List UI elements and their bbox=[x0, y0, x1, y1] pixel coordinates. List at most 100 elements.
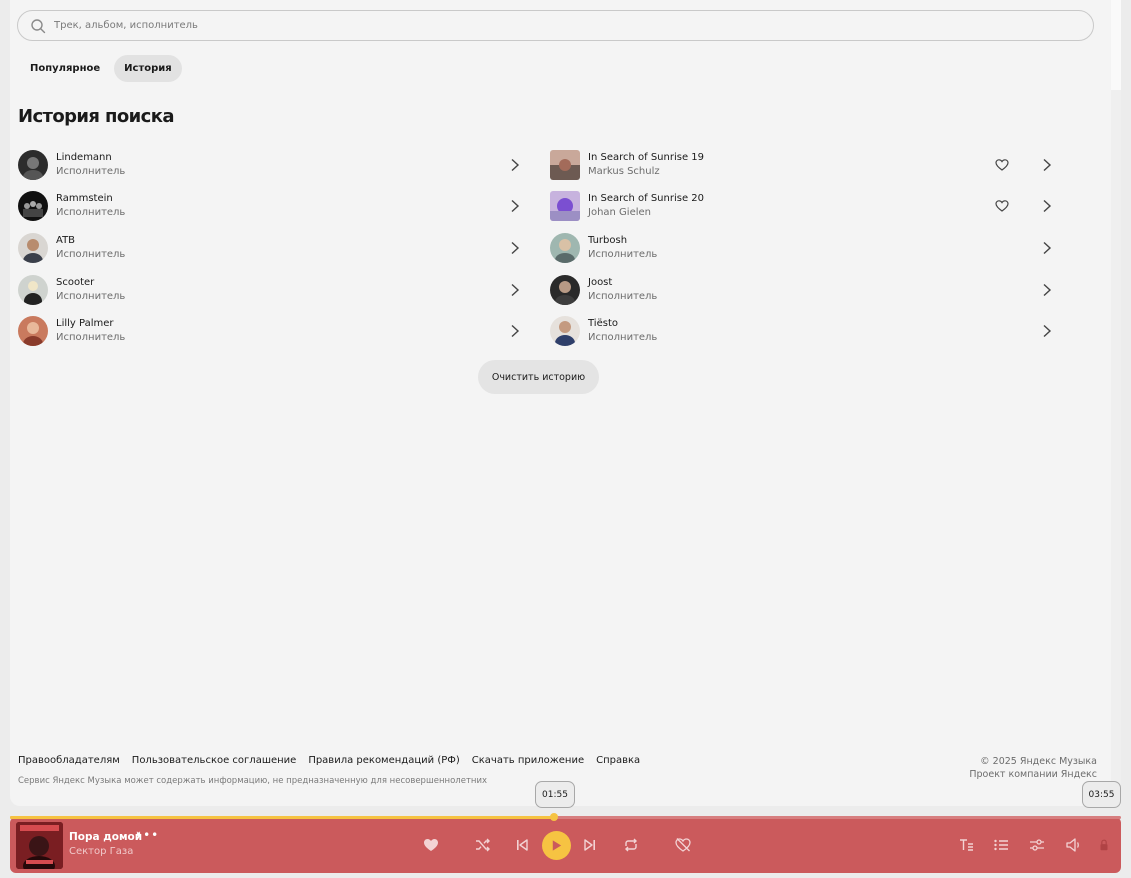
item-title: Tiësto bbox=[588, 318, 618, 330]
clear-history-button[interactable]: Очистить историю bbox=[478, 360, 599, 394]
scrollbar-top bbox=[1111, 0, 1121, 90]
footer-link-help[interactable]: Справка bbox=[596, 755, 640, 766]
more-options-button[interactable]: ••• bbox=[135, 828, 159, 842]
queue-button[interactable] bbox=[991, 835, 1011, 855]
footer-link-download-app[interactable]: Скачать приложение bbox=[472, 755, 584, 766]
history-item-atb[interactable]: ATB Исполнитель bbox=[18, 227, 538, 269]
history-item-lilly-palmer[interactable]: Lilly Palmer Исполнитель bbox=[18, 310, 538, 352]
chevron-right-icon[interactable] bbox=[508, 158, 522, 172]
queue-icon bbox=[994, 839, 1008, 851]
tab-popular[interactable]: Популярное bbox=[20, 55, 110, 82]
scrollbar[interactable] bbox=[1111, 90, 1121, 806]
chevron-right-icon[interactable] bbox=[1040, 283, 1054, 297]
heart-icon[interactable] bbox=[995, 199, 1009, 213]
item-title: Turbosh bbox=[588, 234, 628, 246]
heart-icon[interactable] bbox=[995, 158, 1009, 172]
track-artist[interactable]: Сектор Газа bbox=[69, 846, 133, 857]
item-subtitle: Markus Schulz bbox=[588, 165, 660, 177]
artist-avatar bbox=[18, 232, 48, 263]
item-title: In Search of Sunrise 20 bbox=[588, 193, 704, 205]
item-subtitle: Исполнитель bbox=[56, 290, 126, 302]
footer-link-user-agreement[interactable]: Пользовательское соглашение bbox=[132, 755, 297, 766]
item-subtitle: Исполнитель bbox=[56, 207, 126, 219]
item-title: ATB bbox=[56, 234, 76, 246]
artist-avatar bbox=[18, 274, 48, 305]
footer-link-rightholders[interactable]: Правообладателям bbox=[18, 755, 120, 766]
album-cover bbox=[550, 191, 580, 222]
search-tabs: Популярное История bbox=[20, 55, 182, 82]
history-item-lindemann[interactable]: Lindemann Исполнитель bbox=[18, 144, 538, 186]
previous-button[interactable] bbox=[512, 835, 532, 855]
main-content bbox=[10, 0, 1121, 806]
chevron-right-icon[interactable] bbox=[508, 324, 522, 338]
chevron-right-icon[interactable] bbox=[508, 241, 522, 255]
settings-sliders-icon bbox=[1030, 839, 1044, 851]
chevron-right-icon[interactable] bbox=[508, 199, 522, 213]
dislike-button[interactable] bbox=[673, 835, 693, 855]
footer-link-recommendation-rules[interactable]: Правила рекомендаций (РФ) bbox=[308, 755, 459, 766]
chevron-right-icon[interactable] bbox=[1040, 324, 1054, 338]
search-icon bbox=[31, 18, 46, 33]
lyrics-icon bbox=[960, 839, 973, 851]
footer-copyright: © 2025 Яндекс Музыка Проект компании Янд… bbox=[969, 755, 1097, 781]
chevron-right-icon[interactable] bbox=[1040, 199, 1054, 213]
broken-heart-icon bbox=[675, 838, 691, 852]
player-bar: Пора домой ••• Сектор Газа bbox=[10, 817, 1121, 873]
search-input[interactable] bbox=[54, 20, 1054, 31]
artist-avatar bbox=[18, 191, 48, 222]
play-icon bbox=[552, 840, 562, 851]
history-item-album-sunrise-19[interactable]: In Search of Sunrise 19 Markus Schulz bbox=[550, 144, 1070, 186]
equalizer-button[interactable] bbox=[1027, 835, 1047, 855]
item-title: Rammstein bbox=[56, 193, 113, 205]
history-item-rammstein[interactable]: Rammstein Исполнитель bbox=[18, 186, 538, 228]
item-subtitle: Исполнитель bbox=[56, 248, 126, 260]
repeat-icon bbox=[625, 838, 637, 852]
total-time-tooltip: 03:55 bbox=[1082, 781, 1121, 808]
footer-links: Правообладателям Пользовательское соглаш… bbox=[18, 755, 640, 766]
next-button[interactable] bbox=[580, 835, 600, 855]
search-field[interactable] bbox=[17, 10, 1094, 41]
item-subtitle: Исполнитель bbox=[56, 332, 126, 344]
next-icon bbox=[584, 839, 595, 851]
history-list-right: In Search of Sunrise 19 Markus Schulz In… bbox=[550, 144, 1070, 352]
volume-button[interactable] bbox=[1063, 835, 1083, 855]
collapse-player-button[interactable] bbox=[1094, 835, 1114, 855]
item-title: Lindemann bbox=[56, 151, 112, 163]
artist-avatar bbox=[550, 274, 580, 305]
page-title: История поиска bbox=[18, 106, 175, 127]
like-button[interactable] bbox=[421, 835, 441, 855]
chevron-right-icon[interactable] bbox=[1040, 158, 1054, 172]
track-cover[interactable] bbox=[16, 822, 63, 869]
history-item-scooter[interactable]: Scooter Исполнитель bbox=[18, 269, 538, 311]
item-subtitle: Исполнитель bbox=[588, 332, 658, 344]
volume-icon bbox=[1066, 838, 1079, 852]
item-subtitle: Исполнитель bbox=[588, 248, 658, 260]
item-subtitle: Johan Gielen bbox=[588, 207, 651, 219]
item-title: Joost bbox=[588, 276, 613, 288]
lyrics-button[interactable] bbox=[956, 835, 976, 855]
tab-history[interactable]: История bbox=[114, 55, 182, 82]
item-subtitle: Исполнитель bbox=[56, 165, 126, 177]
history-item-turbosh[interactable]: Turbosh Исполнитель bbox=[550, 227, 1070, 269]
repeat-button[interactable] bbox=[621, 835, 641, 855]
item-title: Lilly Palmer bbox=[56, 318, 114, 330]
history-item-joost[interactable]: Joost Исполнитель bbox=[550, 269, 1070, 311]
shuffle-button[interactable] bbox=[473, 835, 493, 855]
chevron-right-icon[interactable] bbox=[1040, 241, 1054, 255]
history-list-left: Lindemann Исполнитель Rammstein Исполнит… bbox=[18, 144, 538, 352]
play-button[interactable] bbox=[542, 831, 571, 860]
history-item-tiesto[interactable]: Tiësto Исполнитель bbox=[550, 310, 1070, 352]
track-title[interactable]: Пора домой bbox=[69, 831, 142, 843]
artist-avatar bbox=[550, 232, 580, 263]
chevron-right-icon[interactable] bbox=[508, 283, 522, 297]
heart-filled-icon bbox=[424, 839, 438, 851]
company-text: Проект компании Яндекс bbox=[969, 769, 1097, 780]
current-time-tooltip: 01:55 bbox=[535, 781, 575, 808]
history-item-album-sunrise-20[interactable]: In Search of Sunrise 20 Johan Gielen bbox=[550, 186, 1070, 228]
item-title: Scooter bbox=[56, 276, 95, 288]
album-cover bbox=[550, 149, 580, 180]
artist-avatar bbox=[18, 316, 48, 347]
progress-fill bbox=[10, 816, 555, 819]
shuffle-icon bbox=[476, 838, 490, 852]
previous-icon bbox=[517, 839, 528, 851]
